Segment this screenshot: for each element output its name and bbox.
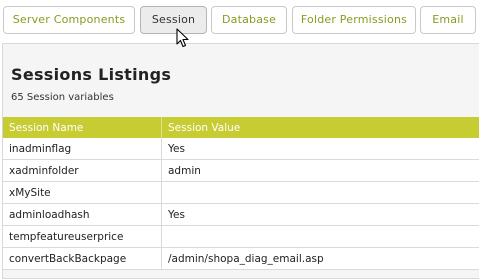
session-name-cell: adminloadhash <box>3 204 162 226</box>
session-name-cell: xadminfolder <box>3 160 162 182</box>
session-name-cell: inadminflag <box>3 138 162 160</box>
column-header-session-value[interactable]: Session Value <box>162 117 479 138</box>
tab-folder-permissions[interactable]: Folder Permissions <box>292 6 416 34</box>
tab-email[interactable]: Email <box>420 6 476 34</box>
mouse-pointer-icon <box>176 28 190 48</box>
session-value-cell <box>162 182 479 204</box>
table-row: adminloadhash Yes <box>3 204 479 226</box>
table-row: tempfeatureuserprice <box>3 226 479 248</box>
session-count: 65 Session variables <box>11 92 114 103</box>
session-name-cell: tempfeatureuserprice <box>3 226 162 248</box>
tab-server-components[interactable]: Server Components <box>3 6 135 34</box>
session-value-cell: admin <box>162 160 479 182</box>
tab-session[interactable]: Session <box>140 6 207 34</box>
tab-bar: Server Components Session Database Folde… <box>0 0 479 40</box>
tab-database[interactable]: Database <box>211 6 287 34</box>
table-row: xMySite <box>3 182 479 204</box>
table-row: inadminflag Yes <box>3 138 479 160</box>
session-table: Session Name Session Value inadminflag Y… <box>3 117 479 270</box>
column-header-session-name[interactable]: Session Name <box>3 117 162 138</box>
page-title: Sessions Listings <box>11 65 171 84</box>
table-row: convertBackBackpage /admin/shopa_diag_em… <box>3 248 479 270</box>
session-name-cell: xMySite <box>3 182 162 204</box>
session-value-cell <box>162 226 479 248</box>
session-value-cell: Yes <box>162 204 479 226</box>
session-value-cell: Yes <box>162 138 479 160</box>
session-value-cell: /admin/shopa_diag_email.asp <box>162 248 479 270</box>
table-header-row: Session Name Session Value <box>3 117 479 138</box>
session-name-cell: convertBackBackpage <box>3 248 162 270</box>
table-row: xadminfolder admin <box>3 160 479 182</box>
